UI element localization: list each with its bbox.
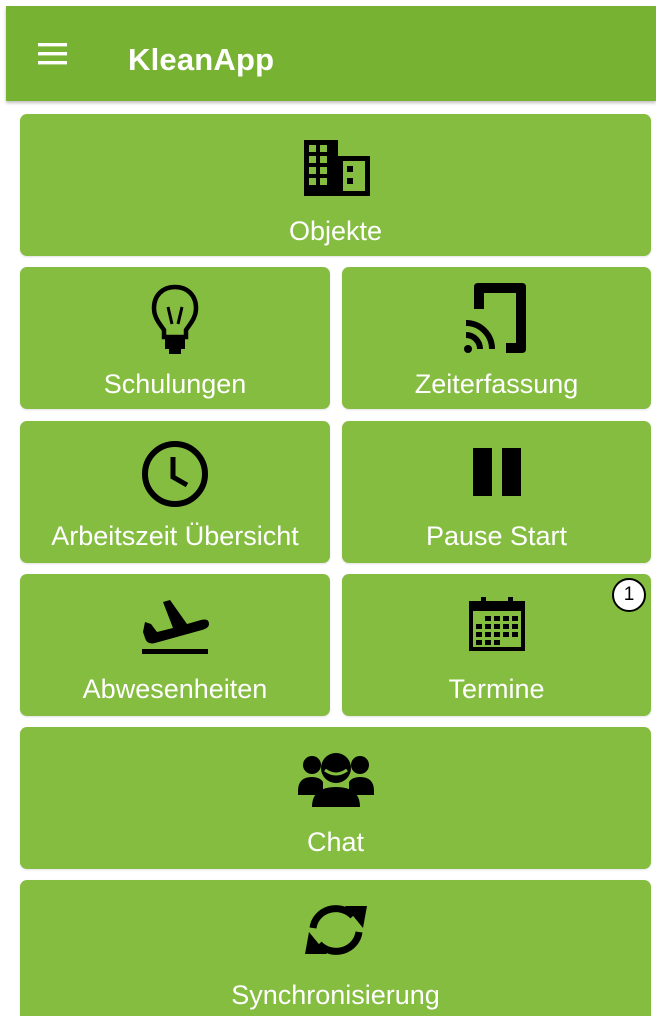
- schulungen-label: Schulungen: [103, 369, 247, 399]
- objekte-label: Objekte: [288, 216, 383, 246]
- synchronisierung-tile[interactable]: Synchronisierung: [20, 880, 651, 1016]
- zeiterfassung-label: Zeiterfassung: [414, 369, 579, 399]
- lightbulb-icon: [151, 284, 199, 354]
- hamburger-menu-icon: [38, 43, 67, 65]
- abwesenheiten-label: Abwesenheiten: [82, 674, 268, 704]
- zeiterfassung-tile[interactable]: Zeiterfassung: [342, 267, 651, 409]
- termine-badge: 1: [612, 578, 646, 612]
- abwesenheiten-tile[interactable]: Abwesenheiten: [20, 574, 330, 716]
- group-chat-icon: [297, 753, 374, 807]
- airplane-departure-icon: [142, 600, 209, 654]
- pause-icon: [472, 448, 521, 496]
- objekte-tile[interactable]: Objekte: [20, 114, 651, 256]
- chat-tile[interactable]: Chat: [20, 727, 651, 869]
- termine-label: Termine: [448, 674, 545, 704]
- sync-icon: [304, 905, 367, 955]
- termine-tile[interactable]: 1 Termine: [342, 574, 651, 716]
- chat-label: Chat: [306, 827, 365, 857]
- app-title: KleanApp: [128, 42, 275, 77]
- pause-start-tile[interactable]: Pause Start: [342, 421, 651, 563]
- building-icon: [303, 140, 370, 196]
- menu-button[interactable]: [30, 34, 74, 74]
- clock-icon: [142, 441, 208, 507]
- pause-start-label: Pause Start: [425, 521, 568, 551]
- app-bar: KleanApp: [6, 6, 656, 101]
- calendar-icon: [468, 597, 525, 651]
- arbeitszeit-tile[interactable]: Arbeitszeit Übersicht: [20, 421, 330, 563]
- arbeitszeit-label: Arbeitszeit Übersicht: [51, 521, 299, 551]
- cast-tablet-icon: [463, 283, 526, 353]
- schulungen-tile[interactable]: Schulungen: [20, 267, 330, 409]
- synchronisierung-label: Synchronisierung: [231, 980, 440, 1010]
